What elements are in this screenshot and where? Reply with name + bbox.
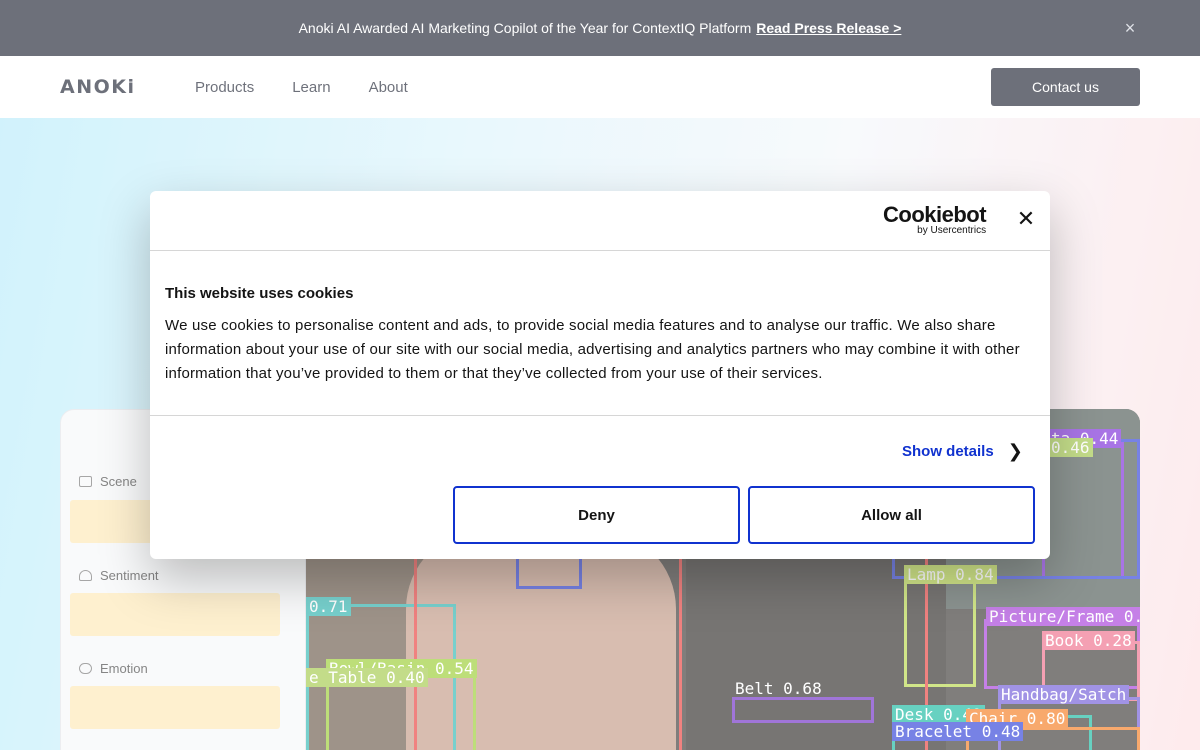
allow-all-button[interactable]: Allow all [748, 486, 1035, 544]
dialog-header: Cookiebot by Usercentrics ✕ [150, 191, 1050, 251]
close-icon[interactable]: ✕ [1016, 208, 1036, 230]
dialog-title: This website uses cookies [165, 285, 354, 302]
divider [150, 415, 1050, 416]
cookiebot-logo: Cookiebot by Usercentrics [883, 202, 987, 237]
chevron-right-icon: ❯ [1007, 441, 1023, 461]
deny-button[interactable]: Deny [453, 486, 740, 544]
dialog-body: We use cookies to personalise content an… [165, 317, 1020, 382]
show-details-link[interactable]: Show details ❯ [902, 441, 1023, 462]
cookie-consent-dialog: Cookiebot by Usercentrics ✕ This website… [150, 191, 1050, 559]
